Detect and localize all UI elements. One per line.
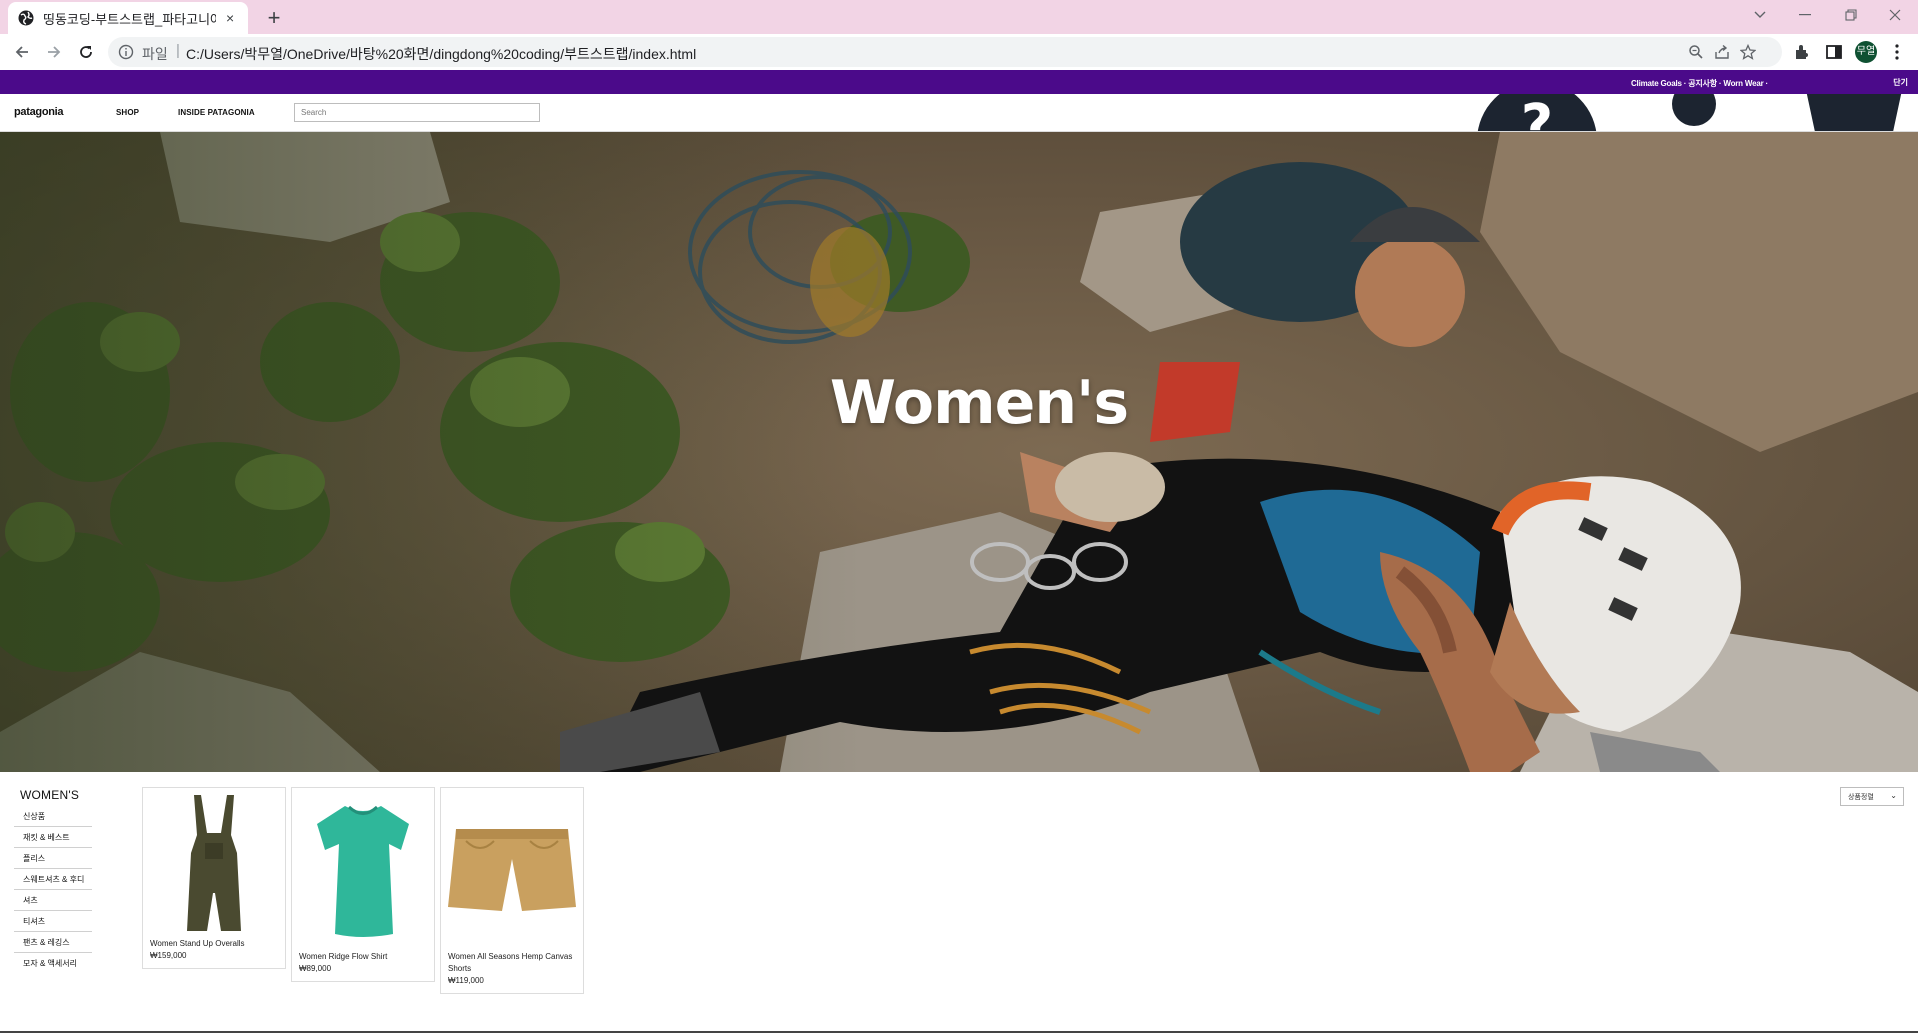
product-card[interactable]: Women Ridge Flow Shirt ₩89,000 (291, 787, 435, 982)
sidebar-item-tshirts[interactable]: 티셔츠 (14, 911, 92, 932)
search-input[interactable] (294, 103, 540, 122)
product-image[interactable] (441, 788, 583, 951)
sidebar-item-pants[interactable]: 팬츠 & 레깅스 (14, 932, 92, 953)
arrow-right-icon (48, 46, 61, 58)
nav-inside-patagonia[interactable]: INSIDE PATAGONIA (178, 108, 255, 117)
climber-photo (0, 132, 1918, 772)
hero-title: Women's (829, 368, 1129, 438)
browser-toolbar: 파일 | C:/Users/박무열/OneDrive/바탕%20화면/dingd… (0, 34, 1918, 70)
url-scheme: 파일 (142, 46, 168, 62)
tab-search-button[interactable] (1737, 0, 1783, 30)
restore-button[interactable] (1828, 0, 1874, 30)
sort-label: 상품정렬 (1848, 794, 1874, 801)
back-button[interactable] (10, 40, 34, 64)
new-tab-button[interactable]: + (260, 4, 288, 32)
minimize-icon (1799, 14, 1811, 16)
sort-select[interactable]: 상품정렬 ⌄ (1840, 787, 1904, 806)
info-icon[interactable] (118, 44, 134, 60)
category-sidebar: WOMEN'S 신상품 재킷 & 베스트 플리스 스웨트셔츠 & 후디 셔츠 티… (14, 788, 92, 974)
promo-bar: Climate Goals · 공지사항 · Worn Wear · 단기 (0, 70, 1918, 94)
tab-close-button[interactable]: × (222, 10, 238, 26)
arrow-left-icon (15, 46, 28, 58)
minimize-button[interactable] (1782, 0, 1828, 30)
product-price: ₩119,000 (448, 976, 484, 985)
cart-icon[interactable] (1806, 94, 1902, 132)
side-panel-icon[interactable] (1825, 43, 1843, 61)
site-header: patagonia SHOP INSIDE PATAGONIA ? (0, 94, 1918, 132)
product-card[interactable]: Women All Seasons Hemp Canvas Shorts ₩11… (440, 787, 584, 994)
url-text[interactable]: C:/Users/박무열/OneDrive/바탕%20화면/dingdong%2… (186, 44, 696, 64)
star-icon[interactable] (1740, 44, 1756, 60)
product-image[interactable] (292, 788, 434, 951)
sidebar-item-shirts[interactable]: 셔츠 (14, 890, 92, 911)
sidebar-item-new[interactable]: 신상품 (14, 806, 92, 827)
browser-tab[interactable]: 띵동코딩-부트스트랩_파타고니아 × (8, 2, 248, 34)
sidebar-title: WOMEN'S (20, 788, 80, 802)
product-name[interactable]: Women Ridge Flow Shirt (292, 951, 434, 963)
chevron-down-icon: ⌄ (1890, 791, 1897, 800)
nav-shop[interactable]: SHOP (116, 108, 139, 117)
share-icon[interactable] (1714, 44, 1730, 60)
sidebar-item-jackets[interactable]: 재킷 & 베스트 (14, 827, 92, 848)
product-image[interactable] (143, 788, 285, 938)
product-name[interactable]: Women All Seasons Hemp Canvas Shorts (441, 951, 583, 975)
product-name[interactable]: Women Stand Up Overalls (143, 938, 285, 950)
forward-button[interactable] (42, 40, 66, 64)
chevron-down-icon (1754, 11, 1766, 18)
product-card[interactable]: Women Stand Up Overalls ₩159,000 (142, 787, 286, 969)
sidebar-item-accessories[interactable]: 모자 & 액세서리 (14, 953, 92, 974)
zoom-icon[interactable] (1688, 44, 1704, 60)
profile-avatar[interactable]: 무열 (1855, 41, 1877, 63)
account-icon[interactable] (1668, 94, 1720, 132)
patagonia-logo[interactable]: patagonia (14, 106, 64, 118)
sidebar-item-fleece[interactable]: 플리스 (14, 848, 92, 869)
reload-icon (80, 46, 92, 58)
browser-tabstrip: 띵동코딩-부트스트랩_파타고니아 × + (0, 0, 1918, 34)
promo-links[interactable]: Climate Goals · 공지사항 · Worn Wear · (1631, 78, 1768, 89)
sidebar-item-sweatshirts[interactable]: 스웨트셔츠 & 후디 (14, 869, 92, 890)
close-window-button[interactable] (1872, 0, 1918, 30)
hero-banner: Women's (0, 132, 1918, 772)
overalls-icon (187, 795, 241, 931)
shorts-icon (448, 828, 576, 911)
globe-icon (18, 10, 34, 26)
address-bar[interactable]: 파일 | C:/Users/박무열/OneDrive/바탕%20화면/dingd… (108, 37, 1782, 67)
url-separator: | (176, 42, 180, 59)
help-icon[interactable]: ? (1476, 94, 1598, 132)
product-price: ₩89,000 (299, 964, 332, 973)
promo-cut-text[interactable]: 단기 (1893, 77, 1908, 88)
svg-text:?: ? (1521, 94, 1553, 132)
product-price: ₩159,000 (150, 951, 187, 960)
tshirt-icon (317, 805, 409, 937)
page-viewport: Climate Goals · 공지사항 · Worn Wear · 단기 pa… (0, 70, 1918, 1033)
reload-button[interactable] (74, 40, 98, 64)
restore-icon (1845, 9, 1857, 21)
more-menu-icon[interactable] (1894, 43, 1900, 61)
tab-title: 띵동코딩-부트스트랩_파타고니아 (43, 11, 217, 27)
close-icon (1889, 9, 1901, 21)
extensions-icon[interactable] (1793, 43, 1811, 61)
